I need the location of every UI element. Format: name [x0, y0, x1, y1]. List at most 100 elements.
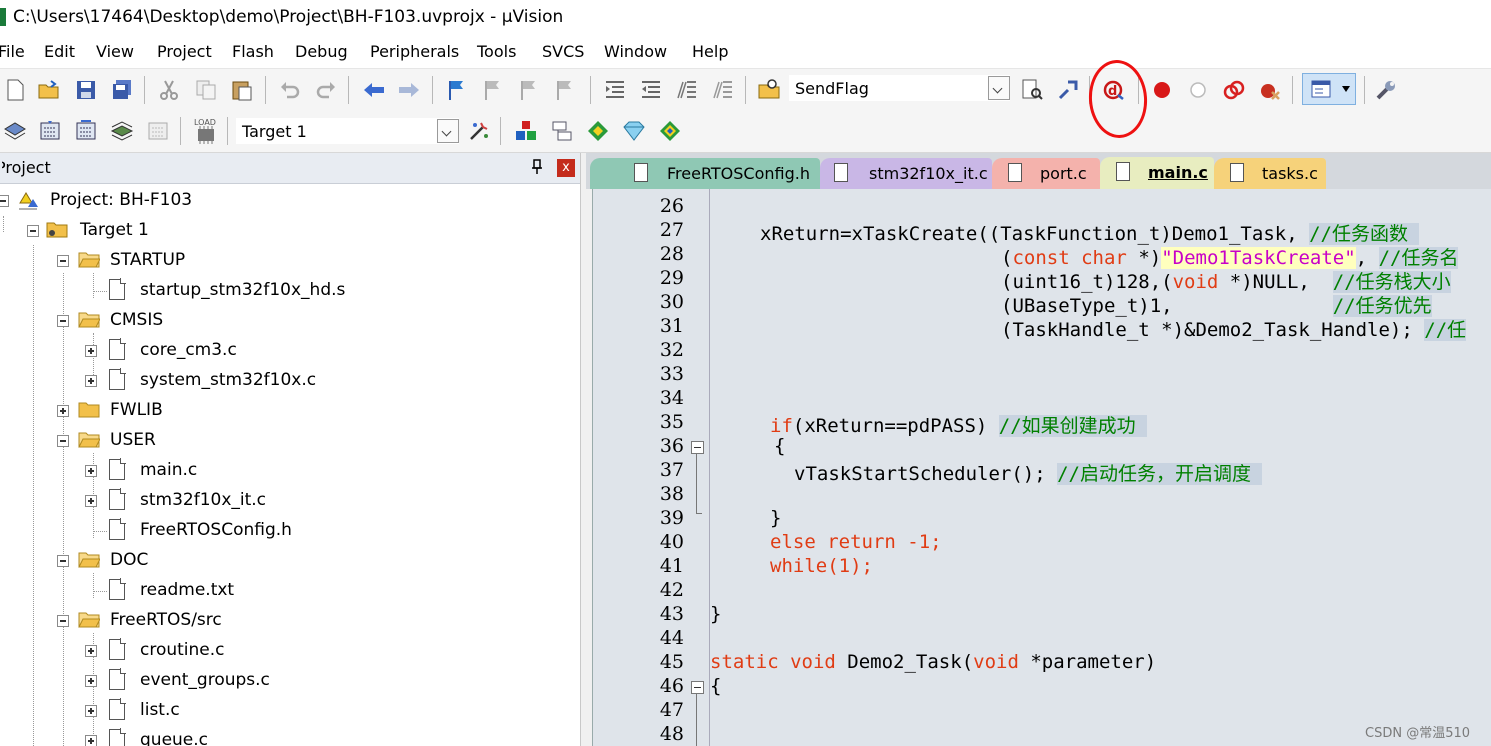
kill-breakpoints-icon[interactable]: [1258, 78, 1282, 102]
tree-item-group-doc[interactable]: DOC: [0, 546, 560, 576]
open-folder-icon[interactable]: [37, 78, 61, 102]
configure-wrench-icon[interactable]: [1374, 78, 1398, 102]
expand-toggle-icon[interactable]: [85, 465, 97, 477]
expand-toggle-icon[interactable]: [85, 645, 97, 657]
uncomment-icon[interactable]: [711, 78, 735, 102]
close-panel-button[interactable]: x: [557, 159, 575, 177]
insert-breakpoint-icon[interactable]: [1150, 78, 1174, 102]
save-icon[interactable]: [74, 78, 98, 102]
collapse-toggle-icon[interactable]: [57, 315, 69, 327]
bookmark-toggle-icon[interactable]: [445, 78, 469, 102]
bookmark-clear-icon[interactable]: [553, 78, 577, 102]
comment-icon[interactable]: [675, 78, 699, 102]
code-editor[interactable]: 26 27 28 29 30 31 32 33 34 35 36 37 38 3…: [592, 189, 1491, 746]
collapse-toggle-icon[interactable]: [0, 195, 9, 207]
fold-toggle-icon[interactable]: [691, 681, 704, 694]
tree-item-file[interactable]: startup_stm32f10x_hd.s: [0, 276, 560, 306]
tree-item-file[interactable]: readme.txt: [0, 576, 560, 606]
tab-port-c[interactable]: port.c: [992, 158, 1100, 189]
pack-installer-icon[interactable]: [622, 119, 646, 143]
menu-svcs[interactable]: SVCS: [542, 42, 584, 61]
menu-file[interactable]: File: [0, 42, 25, 61]
tree-item-file[interactable]: core_cm3.c: [0, 336, 560, 366]
tree-item-file[interactable]: FreeRTOSConfig.h: [0, 516, 560, 546]
tree-item-group-startup[interactable]: STARTUP: [0, 246, 560, 276]
find-in-files-icon[interactable]: [757, 77, 781, 101]
expand-toggle-icon[interactable]: [85, 345, 97, 357]
menu-flash[interactable]: Flash: [232, 42, 274, 61]
target-combo[interactable]: Target 1: [236, 118, 459, 144]
expand-toggle-icon[interactable]: [85, 735, 97, 746]
tree-item-file[interactable]: list.c: [0, 696, 560, 726]
disable-breakpoints-icon[interactable]: [1222, 78, 1246, 102]
tree-item-target[interactable]: Target 1: [0, 216, 560, 246]
menu-tools[interactable]: Tools: [477, 42, 516, 61]
tree-item-group-fwlib[interactable]: FWLIB: [0, 396, 560, 426]
debug-tools-icon[interactable]: [1056, 78, 1080, 102]
bookmark-prev-icon[interactable]: [481, 78, 505, 102]
tree-item-group-cmsis[interactable]: CMSIS: [0, 306, 560, 336]
tree-item-group-freertos-src[interactable]: FreeRTOS/src: [0, 606, 560, 636]
tree-item-project-root[interactable]: Project: BH-F103: [0, 186, 560, 216]
chevron-down-icon[interactable]: [988, 76, 1010, 100]
build-icon[interactable]: [38, 119, 62, 143]
indent-icon[interactable]: [603, 78, 627, 102]
bookmark-next-icon[interactable]: [517, 78, 541, 102]
find-combo[interactable]: SendFlag: [789, 75, 1010, 101]
code-text-area[interactable]: xReturn=xTaskCreate((TaskFunction_t)Demo…: [709, 189, 1491, 746]
tree-item-file[interactable]: stm32f10x_it.c: [0, 486, 560, 516]
tab-stm32f10x-it-c[interactable]: stm32f10x_it.c: [820, 158, 992, 189]
incremental-find-icon[interactable]: [1020, 78, 1044, 102]
new-file-icon[interactable]: [3, 78, 27, 102]
stop-build-icon[interactable]: [146, 119, 170, 143]
unindent-icon[interactable]: [639, 78, 663, 102]
tree-item-file[interactable]: event_groups.c: [0, 666, 560, 696]
collapse-toggle-icon[interactable]: [57, 255, 69, 267]
expand-toggle-icon[interactable]: [57, 405, 69, 417]
expand-toggle-icon[interactable]: [85, 495, 97, 507]
copy-icon[interactable]: [194, 78, 218, 102]
expand-toggle-icon[interactable]: [85, 705, 97, 717]
tab-freertosconfig-h[interactable]: FreeRTOSConfig.h: [590, 158, 820, 189]
translate-icon[interactable]: [3, 119, 27, 143]
collapse-toggle-icon[interactable]: [57, 435, 69, 447]
rebuild-icon[interactable]: [74, 119, 98, 143]
pin-icon[interactable]: [530, 159, 544, 175]
tree-item-group-user[interactable]: USER: [0, 426, 560, 456]
download-load-button[interactable]: LOAD: [192, 118, 220, 146]
chevron-down-icon[interactable]: [437, 119, 459, 143]
menu-project[interactable]: Project: [157, 42, 212, 61]
navigate-back-icon[interactable]: [362, 78, 386, 102]
expand-toggle-icon[interactable]: [85, 375, 97, 387]
collapse-toggle-icon[interactable]: [57, 615, 69, 627]
tree-item-file[interactable]: system_stm32f10x.c: [0, 366, 560, 396]
batch-build-icon[interactable]: [110, 119, 134, 143]
menu-edit[interactable]: Edit: [44, 42, 75, 61]
menu-view[interactable]: View: [96, 42, 134, 61]
menu-help[interactable]: Help: [692, 42, 728, 61]
redo-icon[interactable]: [314, 78, 338, 102]
select-software-packs-icon[interactable]: [586, 119, 610, 143]
expand-toggle-icon[interactable]: [85, 675, 97, 687]
window-layout-button[interactable]: [1302, 73, 1356, 105]
manage-rte-icon[interactable]: [658, 119, 682, 143]
save-all-icon[interactable]: [110, 78, 134, 102]
fold-toggle-icon[interactable]: [691, 441, 704, 454]
collapse-toggle-icon[interactable]: [57, 555, 69, 567]
cut-icon[interactable]: [157, 78, 181, 102]
manage-project-items-icon[interactable]: [514, 119, 538, 143]
undo-icon[interactable]: [278, 78, 302, 102]
menu-peripherals[interactable]: Peripherals: [370, 42, 459, 61]
tab-tasks-c[interactable]: tasks.c: [1214, 158, 1326, 189]
tree-item-file[interactable]: queue.c: [0, 726, 560, 746]
tree-item-file[interactable]: croutine.c: [0, 636, 560, 666]
target-options-icon[interactable]: [467, 119, 491, 143]
tab-main-c[interactable]: main.c: [1100, 157, 1214, 190]
paste-icon[interactable]: [230, 78, 254, 102]
tree-item-file[interactable]: main.c: [0, 456, 560, 486]
navigate-forward-icon[interactable]: [397, 78, 421, 102]
collapse-toggle-icon[interactable]: [27, 225, 39, 237]
menu-debug[interactable]: Debug: [295, 42, 348, 61]
manage-multi-project-icon[interactable]: [550, 119, 574, 143]
enable-breakpoint-icon[interactable]: [1186, 78, 1210, 102]
